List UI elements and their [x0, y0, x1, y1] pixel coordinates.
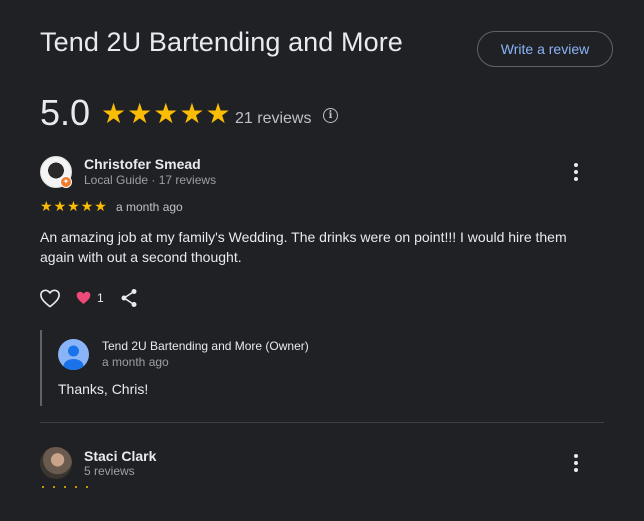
- star-icon: [42, 486, 44, 488]
- star-icon: [64, 486, 66, 488]
- review-count[interactable]: 21 reviews: [235, 110, 311, 128]
- review-stars: [42, 486, 88, 488]
- more-options-icon[interactable]: [564, 451, 588, 475]
- owner-reply-divider: [40, 330, 42, 406]
- average-rating: 5.0: [40, 92, 91, 133]
- star-icon: ★: [179, 98, 205, 129]
- star-icon: ★: [80, 198, 94, 214]
- star-icon: [53, 486, 55, 488]
- star-icon: ★: [67, 198, 80, 214]
- star-icon: ★: [205, 98, 231, 129]
- star-icon: ★: [40, 198, 53, 214]
- business-title: Tend 2U Bartending and More: [40, 27, 403, 57]
- reviewer-meta: 5 reviews: [84, 464, 135, 478]
- star-icon: ★: [101, 98, 127, 129]
- like-heart-icon[interactable]: [39, 288, 61, 313]
- review-text: An amazing job at my family's Wedding. T…: [40, 229, 567, 265]
- star-icon: ★: [153, 98, 179, 129]
- reviewer-meta: Local Guide · 17 reviews: [84, 173, 217, 187]
- owner-name: Tend 2U Bartending and More (Owner): [102, 339, 309, 353]
- review-divider: [40, 422, 604, 423]
- owner-reply-date: a month ago: [102, 355, 169, 369]
- star-icon: [75, 486, 77, 488]
- rating-stars: ★ ★ ★ ★ ★: [101, 100, 231, 128]
- local-guide-badge-icon: ✦: [60, 176, 72, 188]
- reviewer-name[interactable]: Staci Clark: [84, 448, 156, 464]
- star-icon: [86, 486, 88, 488]
- review-stars: ★ ★ ★ ★ ★: [40, 199, 107, 213]
- owner-avatar: [58, 339, 89, 370]
- write-review-button[interactable]: Write a review: [477, 31, 613, 67]
- share-icon[interactable]: [120, 288, 138, 313]
- like-count: 1: [97, 291, 104, 305]
- info-icon[interactable]: i: [323, 108, 338, 123]
- review-date: a month ago: [116, 200, 183, 214]
- more-options-icon[interactable]: [564, 160, 588, 184]
- avatar[interactable]: [40, 447, 72, 479]
- star-icon: ★: [94, 198, 107, 214]
- star-icon: ★: [127, 98, 153, 129]
- owner-reply-text: Thanks, Chris!: [58, 381, 149, 397]
- reviewer-name[interactable]: Christofer Smead: [84, 156, 201, 172]
- love-reaction-icon: [75, 290, 92, 310]
- star-icon: ★: [53, 198, 67, 214]
